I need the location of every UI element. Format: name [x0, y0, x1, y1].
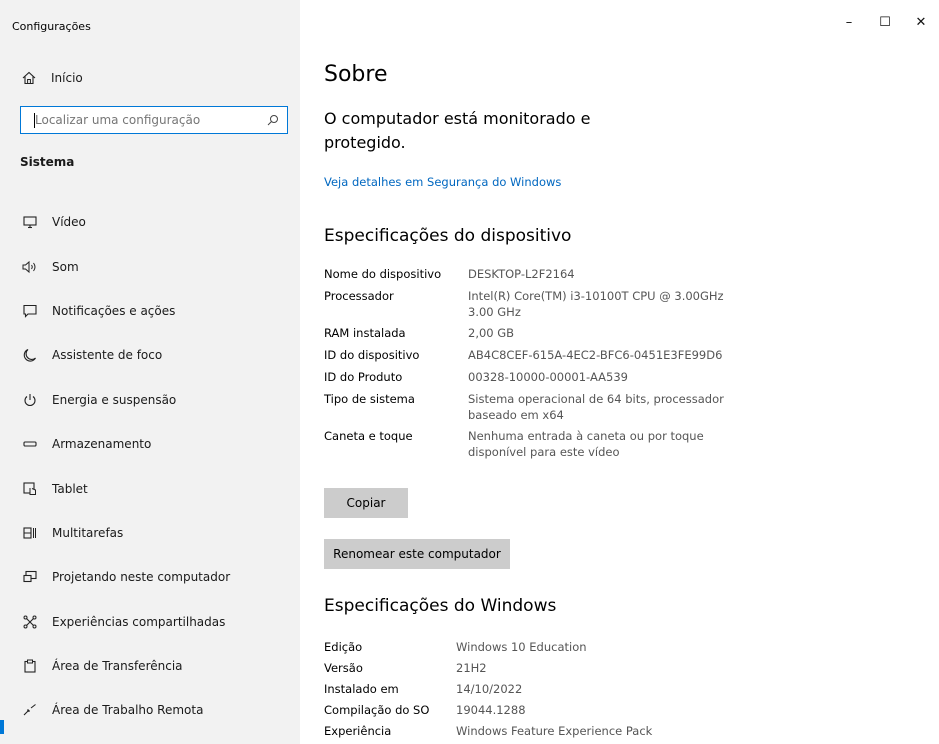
spec-value: DESKTOP-L2F2164: [468, 267, 575, 281]
spec-value: 14/10/2022: [456, 682, 523, 696]
sidebar-item-label: Energia e suspensão: [52, 392, 177, 407]
speaker-icon: [22, 259, 38, 275]
sidebar-item-label: Multitarefas: [52, 525, 124, 540]
spec-key: ID do dispositivo: [324, 348, 420, 362]
spec-value: 00328-10000-00001-AA539: [468, 370, 628, 384]
spec-row: Versão 21H2: [324, 659, 726, 677]
sidebar-item-storage[interactable]: Armazenamento: [0, 422, 300, 466]
spec-row: ID do Produto 00328-10000-00001-AA539: [324, 368, 738, 386]
sidebar-item-label: Área de Transferência: [52, 659, 183, 674]
sidebar-item-tablet[interactable]: Tablet: [0, 466, 300, 510]
spec-key: Compilação do SO: [324, 703, 430, 717]
spec-key: Tipo de sistema: [324, 392, 415, 406]
spec-value: 2,00 GB: [468, 326, 515, 340]
spec-value: AB4C8CEF-615A-4EC2-BFC6-0451E3FE99D6: [468, 348, 723, 362]
spec-key: Versão: [324, 661, 363, 675]
device-specs-table: Nome do dispositivo DESKTOP-L2F2164 Proc…: [324, 265, 738, 464]
spec-key: RAM instalada: [324, 326, 406, 340]
search-input[interactable]: [21, 107, 259, 133]
spec-key: ID do Produto: [324, 370, 403, 384]
spec-row: Caneta e toque Nenhuma entrada à caneta …: [324, 427, 738, 460]
monitor-icon: [22, 214, 38, 230]
shared-icon: [22, 614, 38, 630]
spec-row: Nome do dispositivo DESKTOP-L2F2164: [324, 265, 738, 283]
moon-icon: [22, 347, 38, 363]
sidebar-item-label: Tablet: [52, 481, 88, 496]
windows-specs-table: Edição Windows 10 Education Versão 21H2 …: [324, 638, 726, 743]
sidebar-item-label: Experiências compartilhadas: [52, 614, 226, 629]
device-specs-heading: Especificações do dispositivo: [324, 226, 572, 246]
spec-value: Nenhuma entrada à caneta ou por toque di…: [468, 429, 704, 459]
spec-row: Compilação do SO 19044.1288: [324, 701, 726, 719]
sidebar-item-notifications[interactable]: Notificações e ações: [0, 289, 300, 333]
sidebar-item-remote-desktop[interactable]: Área de Trabalho Remota: [0, 688, 300, 735]
search-icon[interactable]: [259, 114, 287, 126]
sidebar-item-label: Vídeo: [52, 215, 86, 230]
spec-key: Nome do dispositivo: [324, 267, 442, 281]
sidebar-item-label: Área de Trabalho Remota: [52, 703, 204, 718]
sidebar-item-label: Projetando neste computador: [52, 570, 231, 585]
spec-key: Processador: [324, 289, 394, 303]
search-box[interactable]: [20, 106, 288, 134]
sidebar-item-projecting[interactable]: Projetando neste computador: [0, 555, 300, 599]
spec-value: Sistema operacional de 64 bits, processa…: [468, 392, 724, 422]
section-heading: Sistema: [20, 155, 75, 169]
spec-value: 21H2: [456, 661, 487, 675]
sidebar-item-video[interactable]: Vídeo: [0, 200, 300, 244]
security-details-link[interactable]: Veja detalhes em Segurança do Windows: [324, 175, 561, 189]
spec-value: Windows Feature Experience Pack: [456, 724, 653, 738]
spec-value: 19044.1288: [456, 703, 526, 717]
spec-row: Experiência Windows Feature Experience P…: [324, 722, 726, 740]
sidebar-item-shared-experiences[interactable]: Experiências compartilhadas: [0, 600, 300, 644]
selection-indicator: [0, 720, 4, 735]
notification-icon: [22, 303, 38, 319]
projecting-icon: [22, 569, 38, 585]
spec-value: Windows 10 Education: [456, 640, 587, 654]
sidebar-item-sound[interactable]: Som: [0, 244, 300, 288]
spec-row: RAM instalada 2,00 GB: [324, 324, 738, 342]
sidebar: Configurações Início Sistema Vídeo Som: [0, 0, 300, 744]
spec-row: Instalado em 14/10/2022: [324, 680, 726, 698]
spec-key: Instalado em: [324, 682, 399, 696]
text-caret: [34, 113, 35, 128]
app-title: Configurações: [12, 20, 91, 33]
sidebar-item-multitasking[interactable]: Multitarefas: [0, 511, 300, 555]
home-label: Início: [51, 71, 83, 85]
multitask-icon: [22, 525, 38, 541]
sidebar-item-power[interactable]: Energia e suspensão: [0, 378, 300, 422]
copy-button[interactable]: Copiar: [324, 488, 408, 518]
home-nav-item[interactable]: Início: [21, 68, 83, 88]
spec-key: Experiência: [324, 724, 392, 738]
sidebar-item-label: Armazenamento: [52, 437, 152, 452]
spec-row: Processador Intel(R) Core(TM) i3-10100T …: [324, 287, 738, 320]
storage-icon: [22, 436, 38, 452]
sidebar-item-focus-assist[interactable]: Assistente de foco: [0, 333, 300, 377]
rename-computer-button[interactable]: Renomear este computador: [324, 539, 510, 569]
spec-key: Edição: [324, 640, 363, 654]
home-icon: [21, 70, 37, 86]
sidebar-item-label: Assistente de foco: [52, 348, 163, 363]
sidebar-item-clipboard[interactable]: Área de Transferência: [0, 644, 300, 688]
remote-desktop-icon: [22, 702, 38, 718]
spec-row: Edição Windows 10 Education: [324, 638, 726, 656]
sidebar-item-label: Notificações e ações: [52, 303, 176, 318]
spec-value: Intel(R) Core(TM) i3-10100T CPU @ 3.00GH…: [468, 289, 724, 319]
protection-status: O computador está monitorado e protegido…: [324, 109, 591, 152]
power-icon: [22, 392, 38, 408]
spec-key: Caneta e toque: [324, 429, 413, 443]
spec-row: Tipo de sistema Sistema operacional de 6…: [324, 390, 738, 423]
clipboard-icon: [22, 658, 38, 674]
windows-specs-heading: Especificações do Windows: [324, 596, 557, 616]
page-title: Sobre: [324, 62, 388, 87]
spec-row: ID do dispositivo AB4C8CEF-615A-4EC2-BFC…: [324, 346, 738, 364]
main-content: Sobre O computador está monitorado e pro…: [300, 0, 939, 744]
sidebar-item-label: Som: [52, 259, 79, 274]
sidebar-nav: Vídeo Som Notificações e ações Assistent…: [0, 200, 300, 735]
tablet-icon: [22, 481, 38, 497]
